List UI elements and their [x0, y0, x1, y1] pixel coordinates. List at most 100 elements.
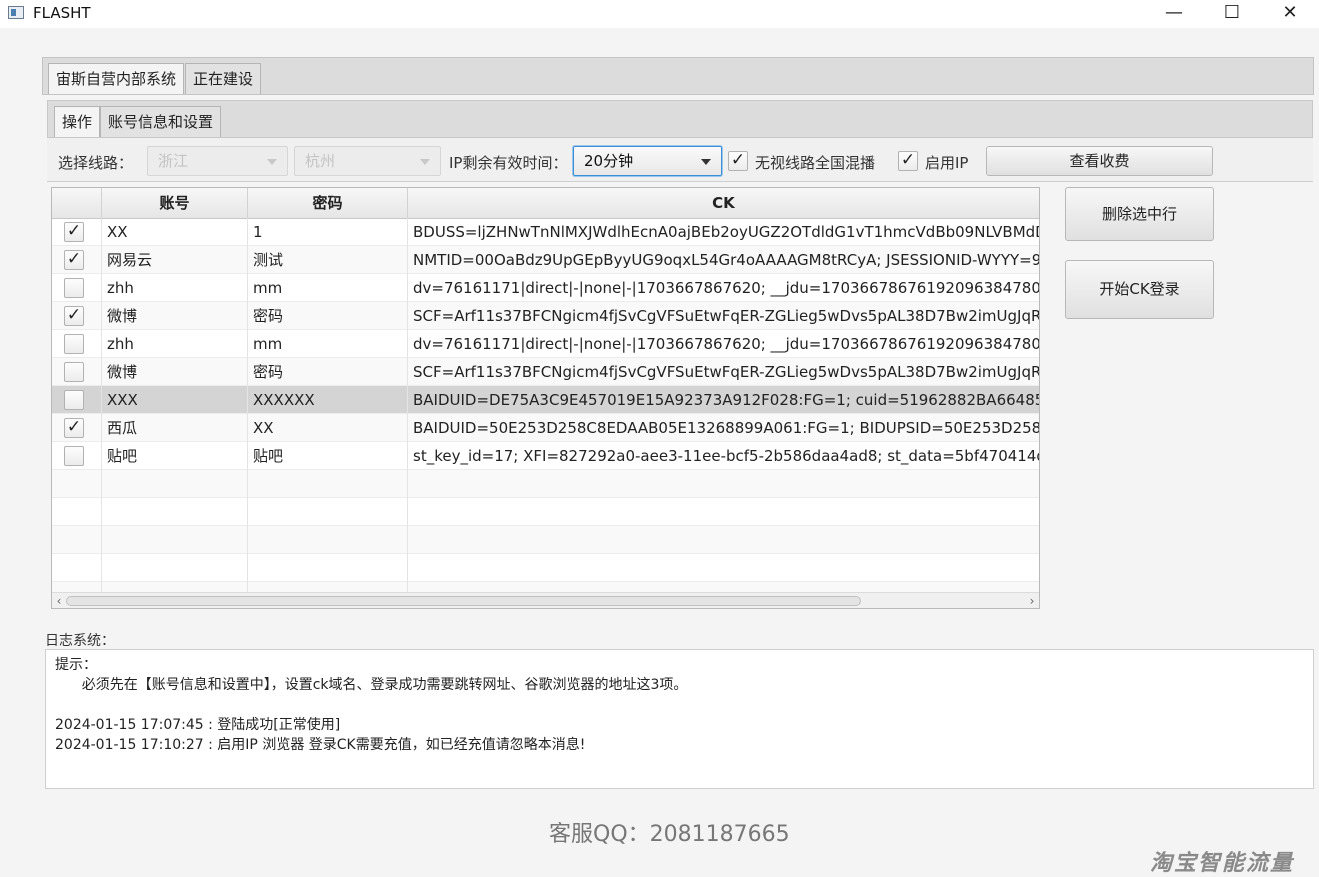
- row-checkbox[interactable]: [64, 278, 84, 298]
- customer-service-qq: 客服QQ：2081187665: [549, 822, 790, 847]
- enable-ip-checkbox[interactable]: ✓: [898, 151, 918, 171]
- table-row[interactable]: ✓ 微博 密码 SCF=Arf11s37BFCNgicm4fjSvCgVFSuEtwF…: [52, 302, 1039, 330]
- password-cell[interactable]: XXXXXX: [248, 386, 408, 414]
- ck-cell[interactable]: st_key_id=17; XFI=827292a0-aee3-11ee-bcf…: [408, 442, 1039, 470]
- tab-operation[interactable]: 操作: [54, 106, 101, 137]
- scroll-right-icon[interactable]: ›: [1025, 593, 1039, 608]
- empty-cell: [248, 554, 408, 582]
- select-cell: [52, 330, 102, 358]
- table-row[interactable]: ✓ XX 1 BDUSS=ljZHNwTnNlMXJWdlhEcnA0ajBEb2oy…: [52, 218, 1039, 246]
- account-cell[interactable]: 网易云: [102, 246, 248, 274]
- empty-cell: [52, 498, 102, 526]
- header-password[interactable]: 密码: [248, 188, 408, 218]
- horizontal-scrollbar[interactable]: ‹ ›: [52, 592, 1039, 608]
- tab-under-construction[interactable]: 正在建设: [185, 63, 262, 94]
- password-cell[interactable]: 测试: [248, 246, 408, 274]
- row-checkbox[interactable]: [64, 446, 84, 466]
- tab-account-settings[interactable]: 账号信息和设置: [100, 106, 222, 137]
- ignore-route-checkbox[interactable]: ✓: [728, 151, 748, 171]
- ck-cell[interactable]: SCF=Arf11s37BFCNgicm4fjSvCgVFSuEtwFqER-Z…: [408, 358, 1039, 386]
- close-button[interactable]: ✕: [1267, 0, 1313, 28]
- ck-cell[interactable]: NMTID=00OaBdz9UpGEpByyUG9oqxL54Gr4oAAAAG…: [408, 246, 1039, 274]
- password-cell[interactable]: XX: [248, 414, 408, 442]
- password-cell[interactable]: mm: [248, 274, 408, 302]
- delete-selected-button[interactable]: 删除选中行: [1065, 187, 1214, 241]
- city-select[interactable]: 杭州: [294, 146, 441, 176]
- row-checkbox[interactable]: [64, 390, 84, 410]
- ck-cell[interactable]: BAIDUID=DE75A3C9E457019E15A92373A912F028…: [408, 386, 1039, 414]
- account-cell[interactable]: zhh: [102, 330, 248, 358]
- row-checkbox[interactable]: ✓: [64, 418, 84, 438]
- scroll-left-icon[interactable]: ‹: [52, 593, 66, 608]
- scrollbar-thumb[interactable]: [66, 596, 861, 606]
- table-body: ✓ XX 1 BDUSS=ljZHNwTnNlMXJWdlhEcnA0ajBEb2oy…: [52, 218, 1039, 608]
- log-label: 日志系统：: [45, 633, 115, 649]
- select-cell: [52, 386, 102, 414]
- table-row[interactable]: zhh mm dv=76161171|direct|-|none|-|1703667…: [52, 330, 1039, 358]
- chevron-down-icon: [420, 159, 430, 165]
- table-row[interactable]: 贴吧 贴吧 st_key_id=17; XFI=827292a0-aee3-11ee…: [52, 442, 1039, 470]
- row-checkbox[interactable]: ✓: [64, 222, 84, 242]
- route-label: 选择线路：: [58, 154, 134, 172]
- account-cell[interactable]: XX: [102, 218, 248, 246]
- empty-cell: [248, 470, 408, 498]
- ck-cell[interactable]: BDUSS=ljZHNwTnNlMXJWdlhEcnA0ajBEb2oyUGZ2…: [408, 218, 1039, 246]
- empty-row: [52, 470, 1039, 498]
- empty-cell: [408, 526, 1039, 554]
- empty-cell: [102, 554, 248, 582]
- window-title: FLASHT: [33, 4, 91, 22]
- maximize-button[interactable]: ☐: [1209, 0, 1255, 28]
- account-cell[interactable]: 西瓜: [102, 414, 248, 442]
- account-cell[interactable]: zhh: [102, 274, 248, 302]
- province-value: 浙江: [158, 152, 189, 170]
- account-table: 账号 密码 CK ✓ XX 1 BDUSS=ljZHNwTnNlMXJWdlhEcnA…: [51, 187, 1040, 609]
- account-cell[interactable]: XXX: [102, 386, 248, 414]
- table-row[interactable]: zhh mm dv=76161171|direct|-|none|-|1703667…: [52, 274, 1039, 302]
- account-cell[interactable]: 微博: [102, 358, 248, 386]
- start-ck-login-button[interactable]: 开始CK登录: [1065, 260, 1214, 319]
- empty-row: [52, 498, 1039, 526]
- header-account[interactable]: 账号: [102, 188, 248, 218]
- ip-time-select[interactable]: 20分钟: [573, 146, 722, 176]
- province-select[interactable]: 浙江: [147, 146, 288, 176]
- row-checkbox[interactable]: [64, 334, 84, 354]
- app-icon: [8, 6, 24, 19]
- select-cell: ✓: [52, 246, 102, 274]
- table-row[interactable]: ✓ 网易云 测试 NMTID=00OaBdz9UpGEpByyUG9oqxL54Gr4…: [52, 246, 1039, 274]
- account-cell[interactable]: 微博: [102, 302, 248, 330]
- header-ck[interactable]: CK: [408, 188, 1039, 218]
- minimize-button[interactable]: —: [1151, 0, 1197, 28]
- log-textarea[interactable]: 提示： 必须先在【账号信息和设置中】，设置ck域名、登录成功需要跳转网址、谷歌浏…: [45, 649, 1314, 789]
- table-row[interactable]: XXX XXXXXX BAIDUID=DE75A3C9E457019E15A9237…: [52, 386, 1039, 414]
- ck-cell[interactable]: dv=76161171|direct|-|none|-|170366786762…: [408, 330, 1039, 358]
- password-cell[interactable]: mm: [248, 330, 408, 358]
- view-fee-button[interactable]: 查看收费: [986, 146, 1213, 176]
- select-cell: [52, 358, 102, 386]
- select-cell: ✓: [52, 414, 102, 442]
- empty-cell: [102, 498, 248, 526]
- ignore-route-label: 无视线路全国混播: [755, 154, 876, 172]
- ck-cell[interactable]: SCF=Arf11s37BFCNgicm4fjSvCgVFSuEtwFqER-Z…: [408, 302, 1039, 330]
- log-line: 2024-01-15 17:10:27 : 启用IP 浏览器 登录CK需要充值，…: [55, 737, 586, 753]
- ck-cell[interactable]: dv=76161171|direct|-|none|-|170366786762…: [408, 274, 1039, 302]
- row-checkbox[interactable]: ✓: [64, 306, 84, 326]
- password-cell[interactable]: 1: [248, 218, 408, 246]
- table-row[interactable]: 微博 密码 SCF=Arf11s37BFCNgicm4fjSvCgVFSuEtwFq…: [52, 358, 1039, 386]
- empty-cell: [52, 554, 102, 582]
- password-cell[interactable]: 密码: [248, 358, 408, 386]
- header-select[interactable]: [52, 188, 102, 218]
- empty-row: [52, 526, 1039, 554]
- empty-cell: [52, 470, 102, 498]
- watermark: 淘宝智能流量: [1150, 851, 1295, 876]
- log-line: 必须先在【账号信息和设置中】，设置ck域名、登录成功需要跳转网址、谷歌浏览器的地…: [55, 677, 688, 693]
- password-cell[interactable]: 贴吧: [248, 442, 408, 470]
- account-cell[interactable]: 贴吧: [102, 442, 248, 470]
- tab-internal-system[interactable]: 宙斯自营内部系统: [48, 63, 185, 94]
- row-checkbox[interactable]: [64, 362, 84, 382]
- password-cell[interactable]: 密码: [248, 302, 408, 330]
- ck-cell[interactable]: BAIDUID=50E253D258C8EDAAB05E13268899A061…: [408, 414, 1039, 442]
- table-row[interactable]: ✓ 西瓜 XX BAIDUID=50E253D258C8EDAAB05E1326889…: [52, 414, 1039, 442]
- row-checkbox[interactable]: ✓: [64, 250, 84, 270]
- empty-cell: [52, 526, 102, 554]
